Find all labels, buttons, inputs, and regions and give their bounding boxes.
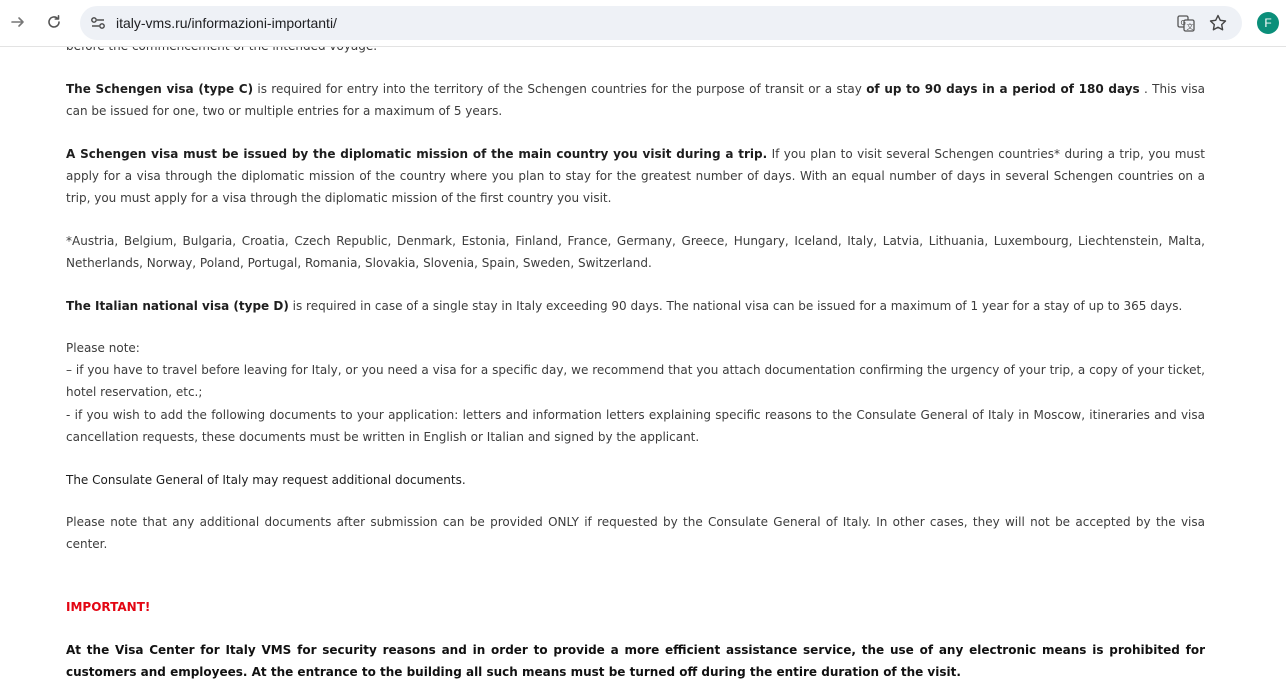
note-title: Please note: (66, 341, 140, 355)
reload-icon (48, 15, 60, 28)
schengen-countries-list: *Austria, Belgium, Bulgaria, Croatia, Cz… (66, 234, 1205, 270)
schengen-visa-text: is required for entry into the territory… (253, 82, 867, 96)
bookmark-star-icon[interactable] (1208, 13, 1228, 33)
reload-button[interactable] (41, 9, 67, 35)
arrow-right-icon (11, 17, 24, 27)
site-settings-icon[interactable] (89, 14, 107, 32)
additional-documents-paragraph: Please note that any additional document… (66, 515, 1205, 551)
note-item-documents: - if you wish to add the following docum… (66, 408, 1205, 444)
schengen-visa-bold: The Schengen visa (type C) (66, 82, 254, 96)
svg-text:文: 文 (1187, 22, 1194, 31)
main-country-bold: A Schengen visa must be issued by the di… (66, 147, 768, 161)
svg-text:G: G (1181, 19, 1186, 27)
electronic-means-paragraph: At the Visa Center for Italy VMS for sec… (66, 643, 1205, 679)
consulate-request-paragraph: The Consulate General of Italy may reque… (66, 473, 466, 487)
national-visa-paragraph: The Italian national visa (type D) is re… (66, 295, 1205, 317)
note-item-urgency: – if you have to travel before leaving f… (66, 363, 1205, 399)
national-visa-bold: The Italian national visa (type D) (66, 299, 289, 313)
forward-button[interactable] (5, 9, 31, 35)
profile-avatar[interactable]: F (1257, 12, 1279, 34)
translate-icon[interactable]: G文 (1176, 13, 1196, 33)
url-text[interactable]: italy-vms.ru/informazioni-importanti/ (116, 13, 337, 33)
national-visa-text: is required in case of a single stay in … (288, 299, 1183, 313)
schengen-visa-paragraph: The Schengen visa (type C) is required f… (66, 78, 1205, 122)
address-bar[interactable]: italy-vms.ru/informazioni-importanti/ G文 (80, 6, 1242, 40)
main-country-paragraph: A Schengen visa must be issued by the di… (66, 143, 1205, 209)
important-heading: IMPORTANT! (66, 600, 151, 614)
stay-limit-bold: of up to 90 days in a period of 180 days (866, 82, 1140, 96)
browser-toolbar: italy-vms.ru/informazioni-importanti/ G文… (0, 0, 1286, 47)
